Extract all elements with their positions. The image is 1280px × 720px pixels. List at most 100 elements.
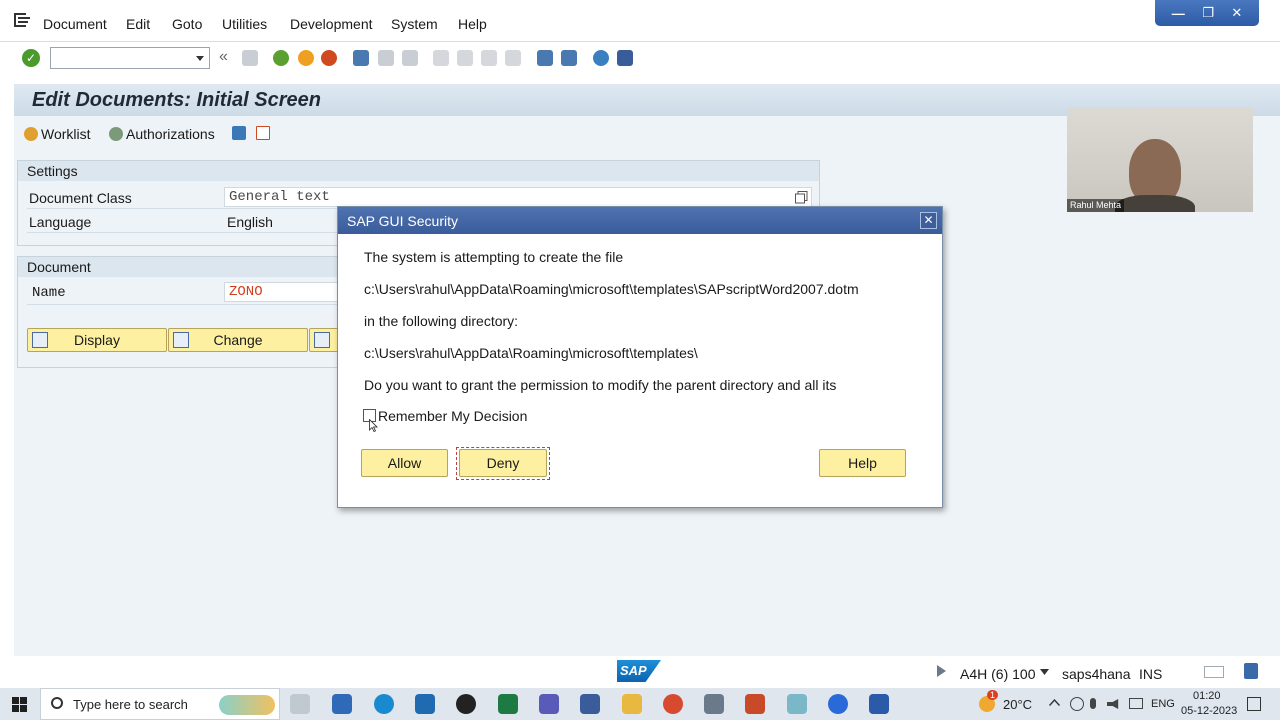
copy-button[interactable] [256,126,270,140]
weather-temperature[interactable]: 20°C [1003,697,1032,712]
remember-decision-label: Remember My Decision [378,408,528,424]
system-info: A4H (6) 100 [960,666,1036,682]
taskbar-search-box[interactable]: Type here to search [40,688,280,720]
volume-icon[interactable] [1107,699,1119,709]
restore-button[interactable]: ❐ [1202,5,1214,21]
search-placeholder: Type here to search [73,697,188,712]
menu-utilities[interactable]: Utilities [222,16,267,32]
next-page-icon[interactable] [481,50,497,66]
dialog-title: SAP GUI Security [347,213,459,229]
word-icon[interactable] [869,694,889,714]
worklist-button[interactable]: Worklist [24,126,91,142]
enter-check-icon[interactable]: ✓ [22,49,40,67]
dialog-message-line2: in the following directory: [364,313,519,329]
menu-development[interactable]: Development [290,16,373,32]
print-icon[interactable] [353,50,369,66]
display-icon [32,332,48,348]
find-icon[interactable] [378,50,394,66]
menu-icon[interactable] [14,13,30,27]
zoom-icon[interactable] [828,694,848,714]
menu-document[interactable]: Document [43,16,107,32]
page-title: Edit Documents: Initial Screen [32,89,321,111]
cancel-icon[interactable] [321,50,337,66]
teams-icon[interactable] [539,694,559,714]
change-icon [173,332,189,348]
name-label: Name [32,285,66,301]
create-session-icon[interactable] [537,50,553,66]
notes-app-icon[interactable] [787,694,807,714]
microphone-icon[interactable] [1090,698,1096,709]
command-field[interactable] [50,47,210,69]
last-page-icon[interactable] [505,50,521,66]
clock-time[interactable]: 01:20 [1193,690,1221,702]
exit-icon[interactable] [298,50,314,66]
powerpoint-icon[interactable] [745,694,765,714]
menu-system[interactable]: System [391,16,438,32]
person-body [1115,195,1195,212]
mail-icon[interactable] [415,694,435,714]
change-button[interactable]: Change [168,328,308,352]
authorizations-label: Authorizations [126,126,215,142]
chevron-down-icon[interactable] [196,56,204,61]
dell-icon[interactable] [456,694,476,714]
menu-goto[interactable]: Goto [172,16,202,32]
deny-button[interactable]: Deny [459,449,547,477]
mouse-cursor-icon [369,419,378,432]
allow-button[interactable]: Allow [361,449,448,477]
excel-icon[interactable] [498,694,518,714]
dialog-message-line1: The system is attempting to create the f… [364,249,624,265]
authorizations-button[interactable]: Authorizations [109,126,215,142]
clock-date[interactable]: 05-12-2023 [1181,705,1237,717]
display-button[interactable]: Display [27,328,167,352]
dialog-title-bar: SAP GUI Security ✕ [338,207,942,234]
help-button[interactable]: Help [819,449,906,477]
dialog-message-line3: Do you want to grant the permission to m… [364,377,837,393]
copy-value-icon[interactable] [795,191,808,204]
double-chevron-left-icon[interactable]: « [219,48,228,66]
row-divider [27,304,337,305]
chrome-icon[interactable] [663,694,683,714]
worklist-label: Worklist [41,126,91,142]
settings-header: Settings [18,161,819,181]
layout-menu-icon[interactable] [617,50,633,66]
help-icon[interactable] [593,50,609,66]
webcam-name-label: Rahul Mehta [1067,199,1125,212]
menu-edit[interactable]: Edit [126,16,150,32]
previous-page-icon[interactable] [457,50,473,66]
weather-badge: 1 [987,690,999,700]
task-view-icon[interactable] [290,694,310,714]
menu-help[interactable]: Help [458,16,487,32]
notifications-icon[interactable] [1247,697,1261,711]
save-icon[interactable] [242,50,258,66]
delete-button[interactable] [232,126,246,140]
dialog-close-button[interactable]: ✕ [920,212,937,229]
sap-logo: SAP [617,660,661,682]
chevron-up-icon[interactable] [1049,699,1060,706]
edge-icon[interactable] [374,694,394,714]
shortcut-icon[interactable] [561,50,577,66]
pen-app-icon[interactable] [704,694,724,714]
create-icon [314,332,330,348]
lock-icon[interactable] [1244,663,1258,679]
back-icon[interactable] [273,50,289,66]
close-window-button[interactable]: ✕ [1231,5,1242,21]
chevron-down-icon[interactable] [1040,669,1049,675]
minimize-button[interactable]: — [1172,6,1185,21]
trash-icon [232,126,246,140]
dialog-file-path: c:\Users\rahul\AppData\Roaming\microsoft… [364,281,859,297]
file-explorer-icon[interactable] [622,694,642,714]
store-icon[interactable] [332,694,352,714]
network-icon[interactable] [1070,697,1084,711]
windows-start-icon[interactable] [12,697,27,712]
document-class-label: Document Class [29,190,132,206]
play-arrow-icon[interactable] [937,665,946,677]
battery-icon[interactable] [1129,698,1143,709]
first-page-icon[interactable] [433,50,449,66]
change-label: Change [213,332,263,348]
sap-logon-icon[interactable] [580,694,600,714]
document-class-field[interactable]: General text [224,187,812,207]
input-language[interactable]: ENG [1151,698,1175,710]
find-next-icon[interactable] [402,50,418,66]
copy-icon [256,126,270,140]
security-dialog: SAP GUI Security ✕ The system is attempt… [337,206,943,508]
